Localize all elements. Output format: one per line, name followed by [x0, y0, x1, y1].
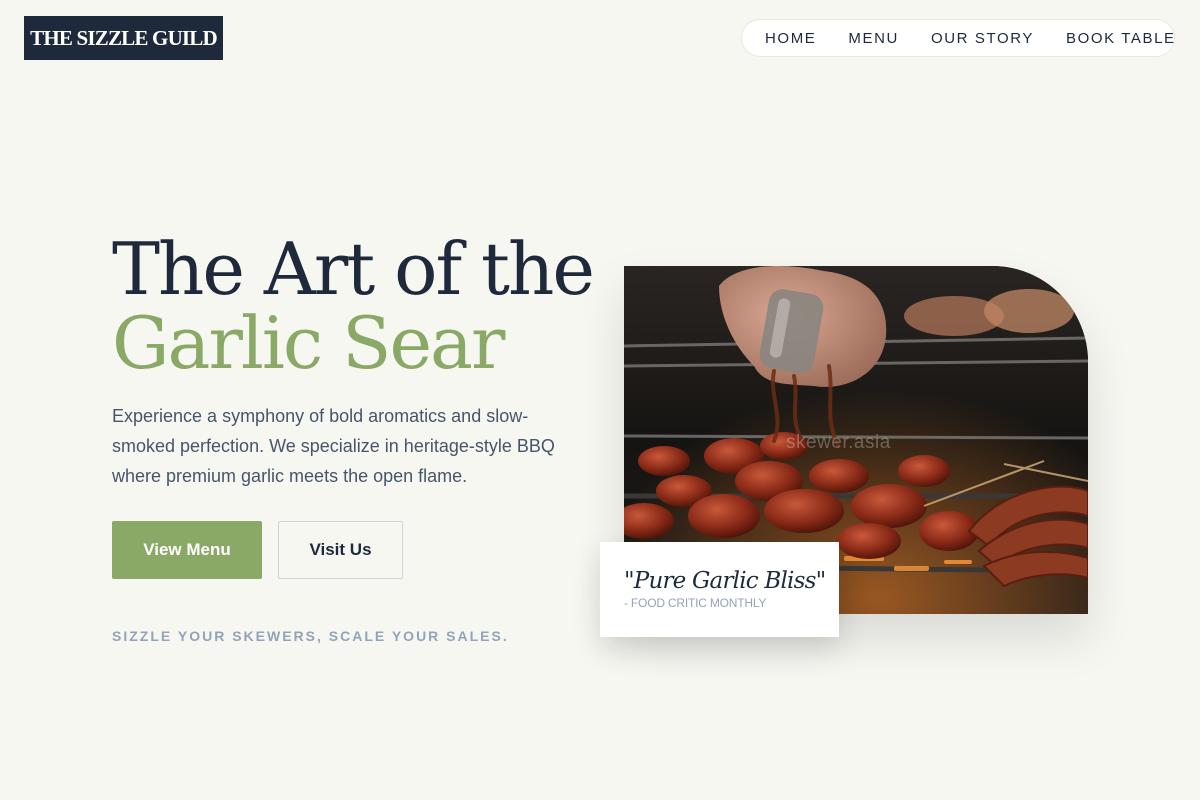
nav-item-book-table[interactable]: BOOK TABLE	[1066, 30, 1176, 47]
brand-logo[interactable]: THE SIZZLE GUILD	[24, 16, 223, 60]
hero-headline-line1: The Art of the	[112, 227, 595, 311]
quote-card: "Pure Garlic Bliss" - FOOD CRITIC MONTHL…	[600, 542, 839, 637]
main-nav: HOME MENU OUR STORY BOOK TABLE	[741, 19, 1175, 57]
hero-headline: The Art of the Garlic Sear	[112, 227, 595, 385]
hero-tagline: SIZZLE YOUR SKEWERS, SCALE YOUR SALES.	[112, 628, 509, 644]
quote-source: - FOOD CRITIC MONTHLY	[624, 596, 767, 610]
view-menu-button[interactable]: View Menu	[112, 521, 262, 579]
nav-item-menu[interactable]: MENU	[848, 30, 899, 47]
image-watermark: skewer.asia	[786, 432, 891, 453]
visit-us-button[interactable]: Visit Us	[278, 521, 403, 579]
quote-text: "Pure Garlic Bliss"	[624, 568, 826, 594]
nav-item-our-story[interactable]: OUR STORY	[931, 30, 1034, 47]
nav-item-home[interactable]: HOME	[765, 30, 816, 47]
hero-headline-accent: Garlic Sear	[112, 301, 505, 385]
landing-page: THE SIZZLE GUILD HOME MENU OUR STORY BOO…	[0, 0, 1200, 800]
brand-logo-text: THE SIZZLE GUILD	[30, 25, 218, 50]
hero-description: Experience a symphony of bold aromatics …	[112, 406, 555, 486]
